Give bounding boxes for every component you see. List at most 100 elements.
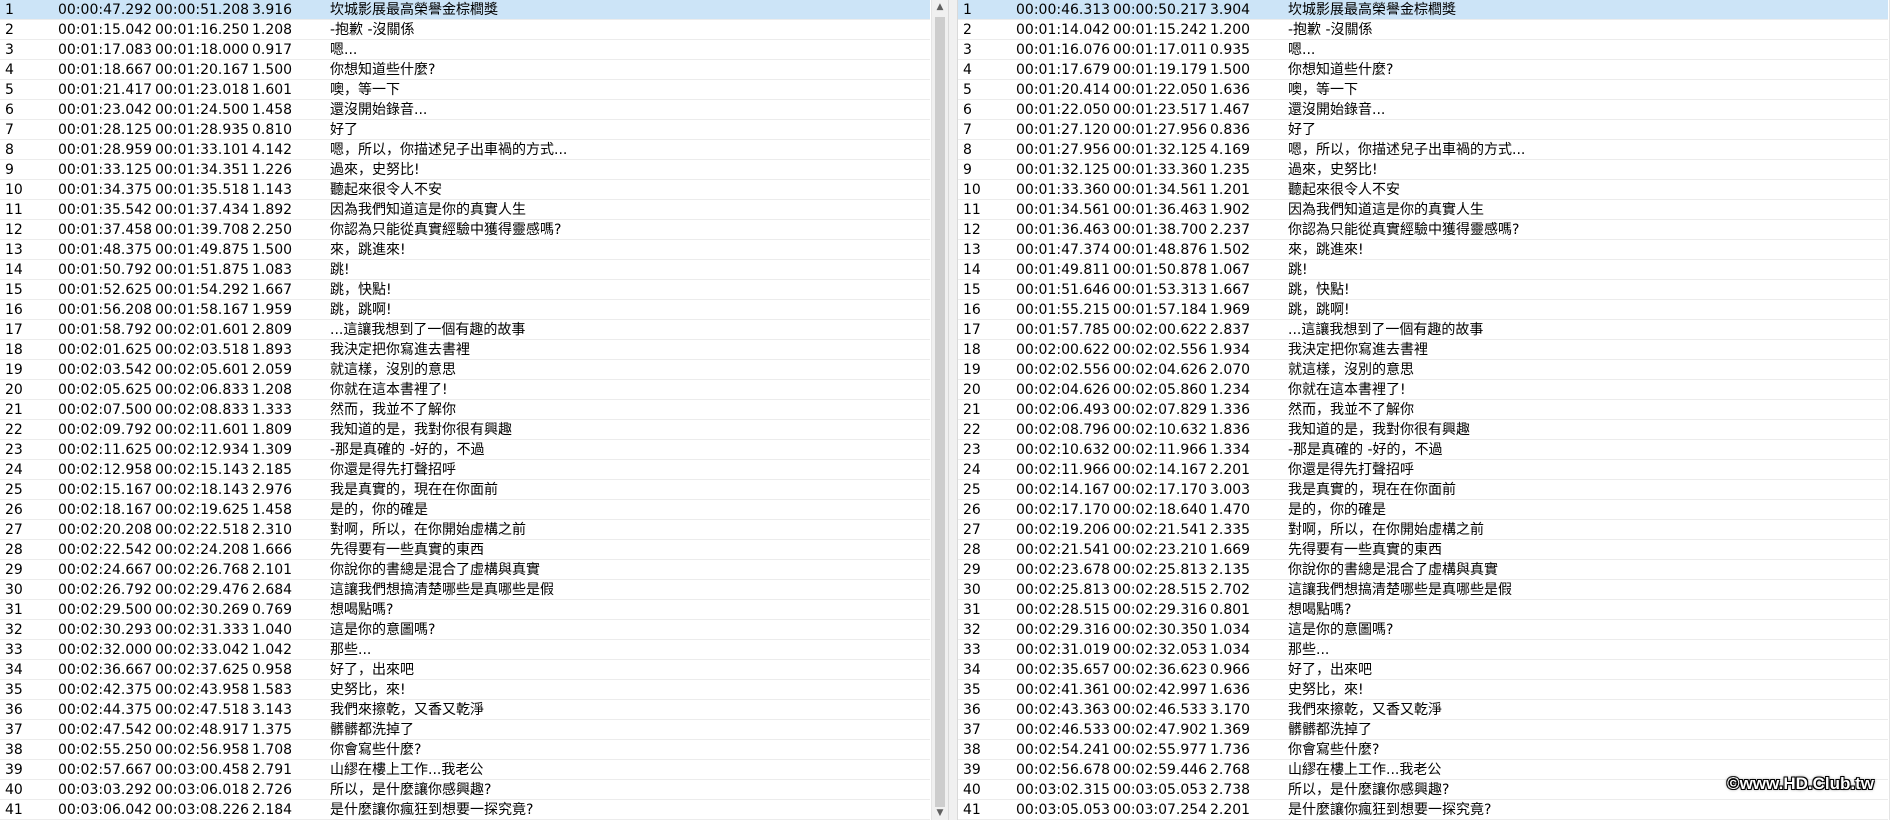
end-time: 00:02:29.476: [155, 582, 250, 598]
table-row[interactable]: 23 00:02:11.625 00:02:12.934 1.309 -那是真確的 -好…: [0, 440, 930, 460]
table-row[interactable]: 26 00:02:17.170 00:02:18.640 1.470 是的，你的確是: [958, 500, 1888, 520]
table-row[interactable]: 7 00:01:27.120 00:01:27.956 0.836 好了: [958, 120, 1888, 140]
table-row[interactable]: 33 00:02:32.000 00:02:33.042 1.042 那些...: [0, 640, 930, 660]
table-row[interactable]: 40 00:03:03.292 00:03:06.018 2.726 所以，是什麼讓你感…: [0, 780, 930, 800]
table-row[interactable]: 14 00:01:49.811 00:01:50.878 1.067 跳!: [958, 260, 1888, 280]
table-row[interactable]: 39 00:02:57.667 00:03:00.458 2.791 山繆在樓上工作..…: [0, 760, 930, 780]
table-row[interactable]: 41 00:03:05.053 00:03:07.254 2.201 是什麼讓你瘋狂到想…: [958, 800, 1888, 820]
table-row[interactable]: 33 00:02:31.019 00:02:32.053 1.034 那些...: [958, 640, 1888, 660]
scrollbar-left[interactable]: ▲ ▼: [931, 0, 948, 820]
table-row[interactable]: 32 00:02:29.316 00:02:30.350 1.034 這是你的意圖嗎?: [958, 620, 1888, 640]
table-row[interactable]: 9 00:01:33.125 00:01:34.351 1.226 過來，史努比!: [0, 160, 930, 180]
table-row[interactable]: 36 00:02:43.363 00:02:46.533 3.170 我們來擦乾，又香又…: [958, 700, 1888, 720]
table-row[interactable]: 34 00:02:36.667 00:02:37.625 0.958 好了，出來吧: [0, 660, 930, 680]
table-row[interactable]: 18 00:02:01.625 00:02:03.518 1.893 我決定把你寫進去書…: [0, 340, 930, 360]
subtitle-text: 來，跳進來!: [1288, 242, 1364, 258]
table-row[interactable]: 10 00:01:33.360 00:01:34.561 1.201 聽起來很令人不安: [958, 180, 1888, 200]
table-row[interactable]: 27 00:02:19.206 00:02:21.541 2.335 對啊，所以，在你開…: [958, 520, 1888, 540]
table-row[interactable]: 20 00:02:04.626 00:02:05.860 1.234 你就在這本書裡了!: [958, 380, 1888, 400]
table-row[interactable]: 1 00:00:47.292 00:00:51.208 3.916 坎城影展最高榮譽金棕…: [0, 0, 930, 20]
table-row[interactable]: 3 00:01:17.083 00:01:18.000 0.917 嗯...: [0, 40, 930, 60]
table-row[interactable]: 29 00:02:24.667 00:02:26.768 2.101 你說你的書總是混合…: [0, 560, 930, 580]
table-row[interactable]: 29 00:02:23.678 00:02:25.813 2.135 你說你的書總是混合…: [958, 560, 1888, 580]
table-row[interactable]: 41 00:03:06.042 00:03:08.226 2.184 是什麼讓你瘋狂到想…: [0, 800, 930, 820]
table-row[interactable]: 28 00:02:21.541 00:02:23.210 1.669 先得要有一些真實的…: [958, 540, 1888, 560]
table-row[interactable]: 22 00:02:09.792 00:02:11.601 1.809 我知道的是，我對你…: [0, 420, 930, 440]
table-row[interactable]: 25 00:02:15.167 00:02:18.143 2.976 我是真實的，現在在…: [0, 480, 930, 500]
table-row[interactable]: 11 00:01:34.561 00:01:36.463 1.902 因為我們知道這是你…: [958, 200, 1888, 220]
table-row[interactable]: 5 00:01:21.417 00:01:23.018 1.601 噢，等一下: [0, 80, 930, 100]
table-row[interactable]: 38 00:02:54.241 00:02:55.977 1.736 你會寫些什麼?: [958, 740, 1888, 760]
table-row[interactable]: 24 00:02:11.966 00:02:14.167 2.201 你還是得先打聲招呼: [958, 460, 1888, 480]
table-row[interactable]: 7 00:01:28.125 00:01:28.935 0.810 好了: [0, 120, 930, 140]
scrollbar-thumb-left[interactable]: [935, 17, 945, 807]
table-row[interactable]: 6 00:01:22.050 00:01:23.517 1.467 還沒開始錄音...: [958, 100, 1888, 120]
table-row[interactable]: 18 00:02:00.622 00:02:02.556 1.934 我決定把你寫進去書…: [958, 340, 1888, 360]
table-row[interactable]: 32 00:02:30.293 00:02:31.333 1.040 這是你的意圖嗎?: [0, 620, 930, 640]
table-row[interactable]: 19 00:02:02.556 00:02:04.626 2.070 就這樣，沒別的意思: [958, 360, 1888, 380]
table-row[interactable]: 16 00:01:55.215 00:01:57.184 1.969 跳，跳啊!: [958, 300, 1888, 320]
table-row[interactable]: 36 00:02:44.375 00:02:47.518 3.143 我們來擦乾，又香又…: [0, 700, 930, 720]
table-row[interactable]: 28 00:02:22.542 00:02:24.208 1.666 先得要有一些真實的…: [0, 540, 930, 560]
table-row[interactable]: 27 00:02:20.208 00:02:22.518 2.310 對啊，所以，在你開…: [0, 520, 930, 540]
start-time: 00:02:42.375: [58, 682, 153, 698]
start-time: 00:02:24.667: [58, 562, 153, 578]
table-row[interactable]: 4 00:01:18.667 00:01:20.167 1.500 你想知道些什麼?: [0, 60, 930, 80]
line-number: 31: [963, 602, 981, 618]
table-row[interactable]: 8 00:01:27.956 00:01:32.125 4.169 嗯，所以，你描述兒子…: [958, 140, 1888, 160]
line-number: 7: [963, 122, 972, 138]
table-row[interactable]: 35 00:02:41.361 00:02:42.997 1.636 史努比，來!: [958, 680, 1888, 700]
table-row[interactable]: 9 00:01:32.125 00:01:33.360 1.235 過來，史努比!: [958, 160, 1888, 180]
table-row[interactable]: 21 00:02:07.500 00:02:08.833 1.333 然而，我並不了解你: [0, 400, 930, 420]
table-row[interactable]: 3 00:01:16.076 00:01:17.011 0.935 嗯...: [958, 40, 1888, 60]
subtitle-list-right[interactable]: 1 00:00:46.313 00:00:50.217 3.904 坎城影展最高榮譽金棕…: [958, 0, 1890, 820]
table-row[interactable]: 13 00:01:48.375 00:01:49.875 1.500 來，跳進來!: [0, 240, 930, 260]
table-row[interactable]: 19 00:02:03.542 00:02:05.601 2.059 就這樣，沒別的意思: [0, 360, 930, 380]
duration: 1.067: [1210, 262, 1251, 278]
table-row[interactable]: 26 00:02:18.167 00:02:19.625 1.458 是的，你的確是: [0, 500, 930, 520]
scroll-down-icon[interactable]: ▼: [932, 806, 948, 820]
table-row[interactable]: 30 00:02:25.813 00:02:28.515 2.702 這讓我們想搞清楚哪…: [958, 580, 1888, 600]
table-row[interactable]: 30 00:02:26.792 00:02:29.476 2.684 這讓我們想搞清楚哪…: [0, 580, 930, 600]
subtitle-list-left[interactable]: 1 00:00:47.292 00:00:51.208 3.916 坎城影展最高榮譽金棕…: [0, 0, 948, 820]
scroll-up-icon[interactable]: ▲: [932, 0, 948, 14]
table-row[interactable]: 24 00:02:12.958 00:02:15.143 2.185 你還是得先打聲招呼: [0, 460, 930, 480]
end-time: 00:02:46.533: [1113, 702, 1208, 718]
table-row[interactable]: 8 00:01:28.959 00:01:33.101 4.142 嗯，所以，你描述兒子…: [0, 140, 930, 160]
subtitle-text: 好了: [330, 122, 358, 138]
table-row[interactable]: 31 00:02:28.515 00:02:29.316 0.801 想喝點嗎?: [958, 600, 1888, 620]
table-row[interactable]: 2 00:01:14.042 00:01:15.242 1.200 -抱歉 -沒關係: [958, 20, 1888, 40]
table-row[interactable]: 12 00:01:37.458 00:01:39.708 2.250 你認為只能從真實經…: [0, 220, 930, 240]
duration: 1.636: [1210, 82, 1251, 98]
table-row[interactable]: 37 00:02:46.533 00:02:47.902 1.369 髒髒都洗掉了: [958, 720, 1888, 740]
pane-splitter[interactable]: [948, 0, 958, 820]
table-row[interactable]: 38 00:02:55.250 00:02:56.958 1.708 你會寫些什麼?: [0, 740, 930, 760]
table-row[interactable]: 31 00:02:29.500 00:02:30.269 0.769 想喝點嗎?: [0, 600, 930, 620]
table-row[interactable]: 17 00:01:58.792 00:02:01.601 2.809 ...這讓我想到了…: [0, 320, 930, 340]
table-row[interactable]: 21 00:02:06.493 00:02:07.829 1.336 然而，我並不了解你: [958, 400, 1888, 420]
table-row[interactable]: 20 00:02:05.625 00:02:06.833 1.208 你就在這本書裡了!: [0, 380, 930, 400]
table-row[interactable]: 10 00:01:34.375 00:01:35.518 1.143 聽起來很令人不安: [0, 180, 930, 200]
table-row[interactable]: 23 00:02:10.632 00:02:11.966 1.334 -那是真確的 -好…: [958, 440, 1888, 460]
duration: 1.333: [252, 402, 293, 418]
table-row[interactable]: 1 00:00:46.313 00:00:50.217 3.904 坎城影展最高榮譽金棕…: [958, 0, 1888, 20]
table-row[interactable]: 17 00:01:57.785 00:02:00.622 2.837 ...這讓我想到了…: [958, 320, 1888, 340]
table-row[interactable]: 13 00:01:47.374 00:01:48.876 1.502 來，跳進來!: [958, 240, 1888, 260]
table-row[interactable]: 22 00:02:08.796 00:02:10.632 1.836 我知道的是，我對你…: [958, 420, 1888, 440]
table-row[interactable]: 25 00:02:14.167 00:02:17.170 3.003 我是真實的，現在在…: [958, 480, 1888, 500]
table-row[interactable]: 15 00:01:52.625 00:01:54.292 1.667 跳，快點!: [0, 280, 930, 300]
table-row[interactable]: 5 00:01:20.414 00:01:22.050 1.636 噢，等一下: [958, 80, 1888, 100]
table-row[interactable]: 15 00:01:51.646 00:01:53.313 1.667 跳，快點!: [958, 280, 1888, 300]
table-row[interactable]: 2 00:01:15.042 00:01:16.250 1.208 -抱歉 -沒關係: [0, 20, 930, 40]
subtitle-text: 山繆在樓上工作...我老公: [330, 762, 484, 778]
table-row[interactable]: 12 00:01:36.463 00:01:38.700 2.237 你認為只能從真實經…: [958, 220, 1888, 240]
table-row[interactable]: 6 00:01:23.042 00:01:24.500 1.458 還沒開始錄音...: [0, 100, 930, 120]
table-row[interactable]: 16 00:01:56.208 00:01:58.167 1.959 跳，跳啊!: [0, 300, 930, 320]
table-row[interactable]: 4 00:01:17.679 00:01:19.179 1.500 你想知道些什麼?: [958, 60, 1888, 80]
table-row[interactable]: 35 00:02:42.375 00:02:43.958 1.583 史努比，來!: [0, 680, 930, 700]
table-row[interactable]: 34 00:02:35.657 00:02:36.623 0.966 好了，出來吧: [958, 660, 1888, 680]
table-row[interactable]: 14 00:01:50.792 00:01:51.875 1.083 跳!: [0, 260, 930, 280]
table-row[interactable]: 11 00:01:35.542 00:01:37.434 1.892 因為我們知道這是你…: [0, 200, 930, 220]
subtitle-text: -抱歉 -沒關係: [1288, 22, 1373, 38]
table-row[interactable]: 37 00:02:47.542 00:02:48.917 1.375 髒髒都洗掉了: [0, 720, 930, 740]
